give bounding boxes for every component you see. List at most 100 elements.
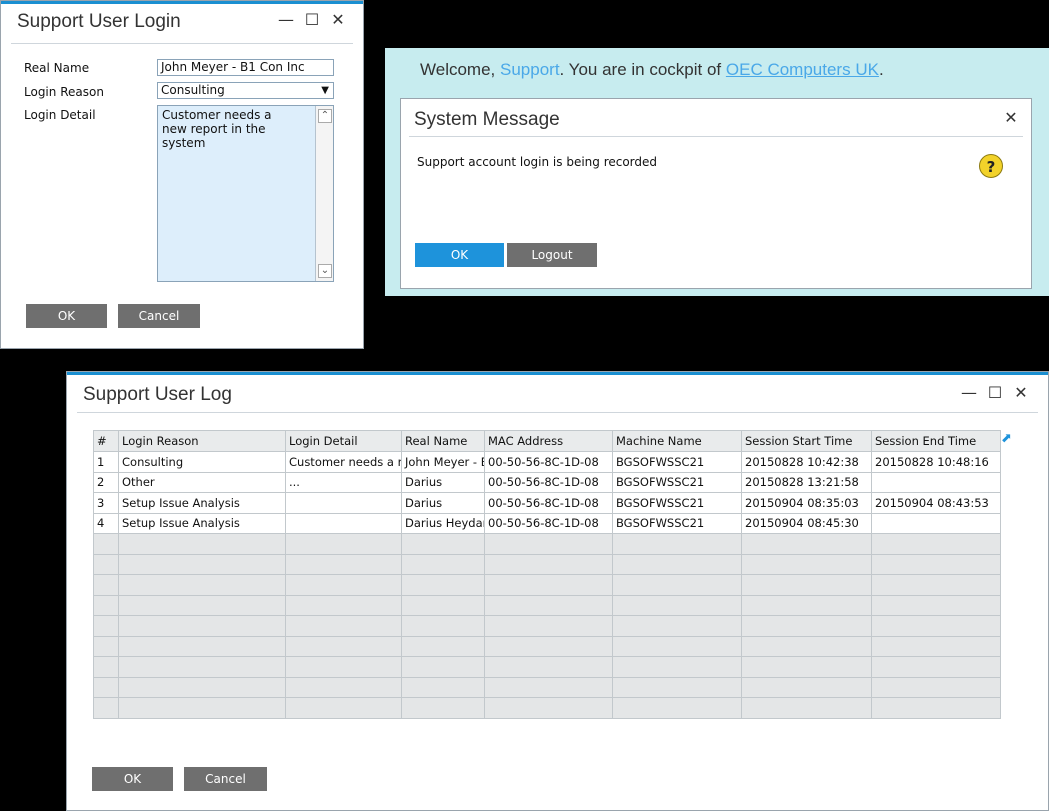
expand-table-icon[interactable]: ⬈ [1001,431,1012,446]
real-name-field[interactable]: John Meyer - B1 Con Inc [157,59,334,76]
empty-table-row [93,697,1001,719]
close-icon[interactable]: ✕ [330,10,346,29]
table-cell[interactable] [871,471,1001,493]
table-cell [401,574,485,596]
empty-table-row [93,533,1001,555]
table-row[interactable]: 3 Setup Issue Analysis Darius 00-50-56-8C-1… [93,492,1001,514]
login-reason-select[interactable]: Consulting ▼ [157,82,334,99]
login-reason-label: Login Reason [24,85,104,99]
scroll-up-icon[interactable]: ⌃ [318,109,332,123]
table-cell [93,574,119,596]
table-cell [741,594,872,616]
table-cell[interactable]: Darius Heydari [401,512,485,534]
table-cell[interactable]: 20150828 10:42:38 [741,451,872,473]
table-row[interactable]: 1ConsultingCustomer needs a new report i… [93,451,1001,473]
table-row[interactable]: 4 Setup Issue Analysis Darius Heydari 00-50… [93,512,1001,534]
table-cell[interactable] [871,512,1001,534]
column-header[interactable]: Machine Name [612,430,742,452]
column-header[interactable]: Login Reason [118,430,286,452]
table-cell[interactable]: 20150828 10:48:16 [871,451,1001,473]
table-cell [401,553,485,575]
table-cell[interactable]: 20150904 08:45:30 [741,512,872,534]
minimize-icon[interactable]: — [961,383,977,402]
table-cell [93,635,119,657]
title-separator [11,43,353,44]
user-link[interactable]: Support [500,60,560,79]
maximize-icon[interactable]: ☐ [987,383,1003,402]
window-controls: ✕ [1003,108,1019,127]
table-cell[interactable]: 3 [93,492,119,514]
logout-button[interactable]: Logout [507,243,597,267]
system-message-dialog: System Message ✕ Support account login i… [400,98,1032,289]
table-cell[interactable]: Customer needs a new report in the syste… [285,451,402,473]
table-cell[interactable]: BGSOFWSSC21 [612,451,742,473]
table-cell[interactable] [285,512,402,534]
table-cell [741,656,872,678]
login-ok-button[interactable]: OK [26,304,107,328]
table-cell [484,635,613,657]
message-ok-button[interactable]: OK [415,243,504,267]
column-header[interactable]: Session Start Time [741,430,872,452]
minimize-icon[interactable]: — [278,10,294,29]
table-cell[interactable]: Other [118,471,286,493]
support-user-login-dialog: Support User Login — ☐ ✕ Real Name John … [0,0,364,349]
title-separator [77,412,1038,413]
column-header[interactable]: # [93,430,119,452]
table-cell[interactable] [285,492,402,514]
table-cell [401,656,485,678]
table-cell [401,594,485,616]
table-cell[interactable]: 00-50-56-8C-1D-08 [484,492,613,514]
table-row[interactable]: 2 Other... Darius 00-50-56-8C-1D-08 BGSOFWSS… [93,471,1001,493]
column-header[interactable]: MAC Address [484,430,613,452]
table-cell[interactable]: Darius [401,492,485,514]
table-cell [612,656,742,678]
table-cell[interactable]: 00-50-56-8C-1D-08 [484,471,613,493]
table-cell [93,676,119,698]
welcome-suffix: . [878,60,884,79]
column-header[interactable]: Real Name [401,430,485,452]
table-cell[interactable]: ... [285,471,402,493]
close-icon[interactable]: ✕ [1013,383,1029,402]
dropdown-arrow-icon[interactable]: ▼ [321,83,329,98]
table-cell[interactable]: 1 [93,451,119,473]
login-detail-text: Customer needs a new report in the syste… [162,108,272,150]
table-cell[interactable]: Setup Issue Analysis [118,492,286,514]
login-cancel-button[interactable]: Cancel [118,304,200,328]
table-cell [484,553,613,575]
table-cell [401,533,485,555]
close-icon[interactable]: ✕ [1003,108,1019,127]
table-cell[interactable]: John Meyer - B1 Con Inc [401,451,485,473]
table-cell [93,594,119,616]
table-cell [285,574,402,596]
table-cell[interactable]: 20150904 08:35:03 [741,492,872,514]
table-cell[interactable]: BGSOFWSSC21 [612,512,742,534]
table-cell[interactable]: BGSOFWSSC21 [612,471,742,493]
table-cell [871,635,1001,657]
table-cell[interactable]: 20150904 08:43:53 [871,492,1001,514]
company-link[interactable]: OEC Computers UK [726,60,879,79]
table-cell[interactable]: BGSOFWSSC21 [612,492,742,514]
table-cell [285,615,402,637]
table-cell[interactable]: 2 [93,471,119,493]
table-cell[interactable]: Setup Issue Analysis [118,512,286,534]
table-cell [871,697,1001,719]
login-detail-label: Login Detail [24,108,96,122]
maximize-icon[interactable]: ☐ [304,10,320,29]
log-ok-button[interactable]: OK [92,767,173,791]
table-cell[interactable]: 4 [93,512,119,534]
table-cell[interactable]: 20150828 13:21:58 [741,471,872,493]
column-header[interactable]: Session End Time [871,430,1001,452]
table-cell [741,615,872,637]
table-cell[interactable]: Darius [401,471,485,493]
table-cell [871,533,1001,555]
empty-table-row [93,553,1001,575]
table-cell[interactable]: 00-50-56-8C-1D-08 [484,512,613,534]
table-cell[interactable]: 00-50-56-8C-1D-08 [484,451,613,473]
login-detail-textarea[interactable]: Customer needs a new report in the syste… [157,105,334,282]
column-header[interactable]: Login Detail [285,430,402,452]
table-cell[interactable]: Consulting [118,451,286,473]
table-cell [871,553,1001,575]
textarea-scrollbar[interactable]: ⌃ ⌄ [315,106,333,281]
scroll-down-icon[interactable]: ⌄ [318,264,332,278]
log-cancel-button[interactable]: Cancel [184,767,267,791]
